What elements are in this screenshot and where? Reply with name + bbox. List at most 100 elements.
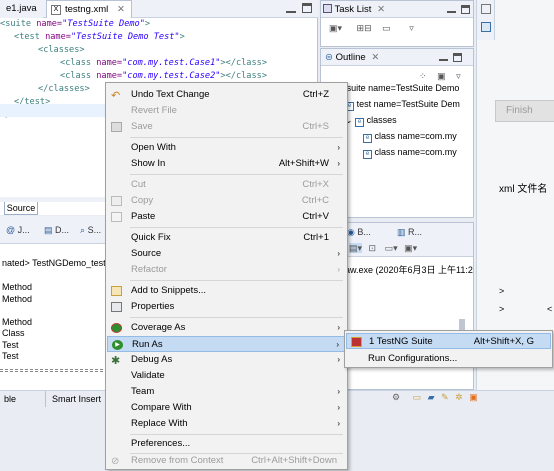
outline-item-label: test name=TestSuite Dem [356,99,460,109]
pencil-icon[interactable]: ✎ [441,392,449,402]
menu-item-label: Refactor [131,264,167,275]
menu-item-replace-with[interactable]: Replace With › [107,416,347,432]
menu-item-preferences[interactable]: Preferences... [107,436,347,452]
minimize-icon[interactable] [286,3,296,13]
sync-icon[interactable]: ⚙ [392,392,400,402]
sort-icon[interactable]: ⁘ [419,71,427,81]
console-output: Method Method Method Class Test Test [2,282,32,363]
submenu-arrow-icon: › [337,387,340,396]
new-task-icon[interactable]: ▣▾ [329,23,342,33]
console-line: Class [2,328,25,338]
view-tab-results[interactable]: ▥ R... [397,227,422,238]
view-menu-icon[interactable]: ▿ [409,23,414,33]
close-icon[interactable]: ✕ [371,52,379,63]
display-console-icon[interactable]: ▤▾ [349,243,363,253]
menu-item-properties[interactable]: Properties [107,299,347,315]
code-token: class [65,58,92,68]
submenu-arrow-icon: › [337,403,340,412]
code-token: ></class> [220,58,267,68]
menu-item-team[interactable]: Team › [107,384,347,400]
properties-icon [111,302,122,312]
collapse-icon[interactable]: ▭ [382,23,391,33]
menu-item-undo[interactable]: ↶ Undo Text Change Ctrl+Z [107,87,347,103]
minimize-icon[interactable] [447,5,456,13]
code-token: name= [31,19,63,29]
menu-item-label: Debug As [131,354,173,365]
editor-tab-testng[interactable]: X testng.xml ✕ [46,0,132,18]
menu-item-testng-suite[interactable]: 1 TestNG Suite Alt+Shift+X, G [346,333,551,349]
doc-fragment: > [499,304,505,314]
code-token: </ [38,84,49,94]
outline-item-label: class name=com.my [374,131,457,141]
menu-item-add-to-snippets[interactable]: Add to Snippets... [107,283,347,299]
menu-item-revert-file[interactable]: Revert File [107,103,347,119]
results-icon: ▥ [397,227,406,237]
menu-item-shortcut: Ctrl+S [302,121,329,132]
menu-item-run-as[interactable]: ▶ Run As › [107,336,347,352]
collapse-all-icon[interactable]: ▣ [437,71,446,81]
doc-fragment: < [547,304,553,314]
open-perspective-icon[interactable] [481,4,491,14]
menu-separator [130,434,343,435]
menu-item-cut[interactable]: Cut Ctrl+X [107,177,347,193]
menu-item-show-in[interactable]: Show In Alt+Shift+W › [107,156,347,172]
open-console-icon[interactable]: ▭▾ [385,243,398,253]
menu-item-shortcut: Ctrl+C [301,195,329,206]
menu-item-label: Copy [131,195,154,206]
maximize-icon[interactable] [461,5,470,14]
gear-icon[interactable]: ✲ [455,392,463,402]
menu-item-quick-fix[interactable]: Quick Fix Ctrl+1 [107,230,347,246]
menu-item-save[interactable]: Save Ctrl+S [107,119,347,135]
java-perspective-icon[interactable] [481,22,491,32]
minimize-icon[interactable] [439,53,448,61]
new-console-icon[interactable]: ▣▾ [404,243,417,253]
rss-icon[interactable]: ▣ [469,392,478,402]
outline-item[interactable]: e class name=com.my [363,147,457,159]
view-tab-breakpoints[interactable]: ◉ B... [347,227,371,238]
console-line: Test [2,339,19,350]
editor-tab-java[interactable]: e1.java [0,0,43,18]
menu-item-compare-with[interactable]: Compare With › [107,400,347,416]
outline-tab[interactable]: ⊜ Outline ✕ [325,52,379,63]
code-token: name= [91,71,123,81]
outline-item[interactable]: e class name=com.my [363,131,457,143]
menu-item-run-configurations[interactable]: Run Configurations... [346,351,551,367]
code-token: "com.my.test.Case1" [122,58,221,68]
maximize-icon[interactable] [453,53,462,62]
source-tab[interactable]: Source [4,202,38,215]
code-token: name= [39,32,71,42]
pin-console-icon[interactable]: ⊡ [369,243,377,253]
menu-item-label: Open With [131,142,176,153]
menu-item-source[interactable]: Source › [107,246,347,262]
view-tab-declaration[interactable]: ▤ D... [44,225,69,236]
console-line: Method [2,293,33,304]
folder-icon[interactable]: ▭ [413,392,422,402]
declaration-icon: ▤ [44,225,53,235]
task-list-panel: Task List ✕ ▣▾ ⊞⊟ ▭ ▿ [320,0,474,47]
menu-item-label: Quick Fix [131,232,171,243]
code-line: <suite name="TestSuite Demo"> [0,18,150,31]
menu-item-label: Save [131,121,153,132]
menu-item-open-with[interactable]: Open With › [107,140,347,156]
menu-item-debug-as[interactable]: ✱ Debug As › [107,352,347,368]
view-menu-icon[interactable]: ▿ [456,71,461,81]
filter-icon[interactable]: ⊞⊟ [357,23,372,33]
view-tab-search[interactable]: ⌕ S... [80,225,101,236]
submenu-arrow-icon: › [336,340,339,349]
outline-item[interactable]: ⌄ e classes [345,115,397,127]
outline-item[interactable]: ⌄ e test name=TestSuite Dem [335,99,460,111]
view-tab-javadoc[interactable]: @ J... [6,225,30,235]
close-icon[interactable]: ✕ [377,4,385,15]
menu-item-refactor[interactable]: Refactor › [107,262,347,278]
maximize-icon[interactable] [302,3,312,13]
close-icon[interactable]: ✕ [117,4,125,15]
menu-item-paste[interactable]: Paste Ctrl+V [107,209,347,225]
task-list-tab[interactable]: Task List ✕ [323,4,385,15]
cap-icon[interactable]: ▰ [428,392,435,402]
menu-item-copy[interactable]: Copy Ctrl+C [107,193,347,209]
menu-item-remove-from-context[interactable]: ⊘ Remove from Context Ctrl+Alt+Shift+Dow… [107,453,347,469]
finish-button[interactable]: Finish [495,100,554,122]
menu-item-coverage-as[interactable]: Coverage As › [107,320,347,336]
menu-item-validate[interactable]: Validate [107,368,347,384]
outline-icon: ⊜ [325,52,333,63]
